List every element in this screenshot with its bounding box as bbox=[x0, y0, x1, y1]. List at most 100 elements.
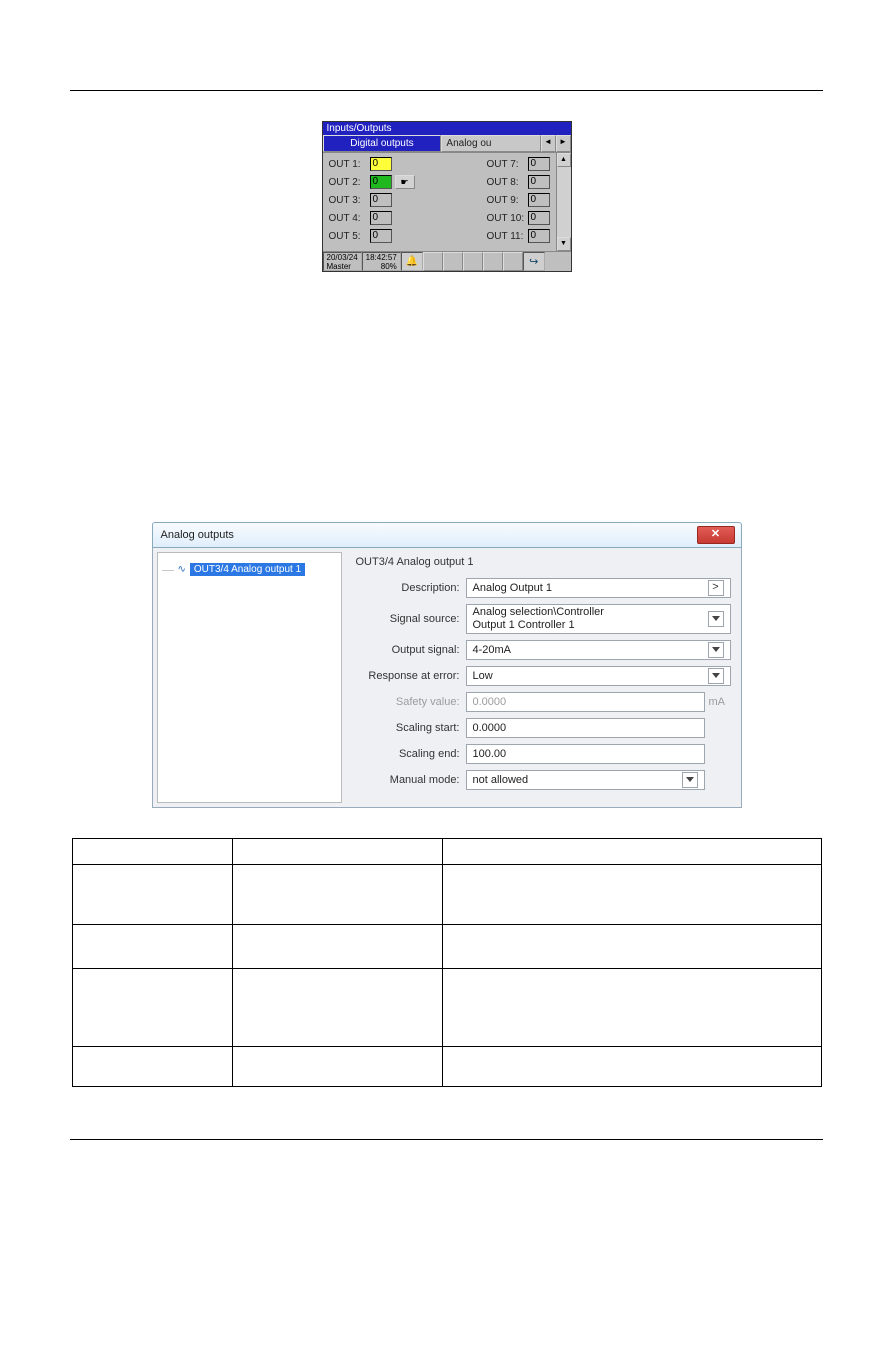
table-cell bbox=[442, 969, 821, 1047]
safety-value-field: 0.0000 bbox=[466, 692, 705, 712]
status-date-user: 20/03/24 Master bbox=[323, 252, 362, 271]
out1-field[interactable]: 0 bbox=[370, 157, 392, 171]
table-cell bbox=[232, 1047, 442, 1087]
manual-mode-field[interactable]: not allowed bbox=[466, 770, 705, 790]
out11-label: OUT 11: bbox=[487, 231, 525, 242]
manual-mode-label: Manual mode: bbox=[356, 774, 466, 786]
table-cell bbox=[232, 925, 442, 969]
tree-item-label: OUT3/4 Analog output 1 bbox=[190, 563, 305, 576]
out10-field[interactable]: 0 bbox=[528, 211, 550, 225]
safety-value-value: 0.0000 bbox=[473, 695, 507, 710]
tree-item-out34[interactable]: ······ ∿ OUT3/4 Analog output 1 bbox=[162, 563, 337, 576]
output-signal-dropdown-icon[interactable] bbox=[708, 642, 724, 658]
manual-mode-dropdown-icon[interactable] bbox=[682, 772, 698, 788]
signal-source-dropdown-icon[interactable] bbox=[708, 611, 724, 627]
scroll-down-icon[interactable]: ▼ bbox=[557, 237, 571, 251]
status-slot-5[interactable] bbox=[503, 252, 523, 271]
out4-label: OUT 4: bbox=[329, 213, 367, 224]
dialog-tree[interactable]: ······ ∿ OUT3/4 Analog output 1 bbox=[157, 552, 342, 803]
tab-digital-outputs[interactable]: Digital outputs bbox=[323, 135, 442, 152]
table-cell bbox=[442, 925, 821, 969]
top-rule bbox=[70, 90, 823, 91]
output-signal-field[interactable]: 4-20mA bbox=[466, 640, 731, 660]
out5-field[interactable]: 0 bbox=[370, 229, 392, 243]
response-at-error-label: Response at error: bbox=[356, 670, 466, 682]
out2-field[interactable]: 0 bbox=[370, 175, 392, 189]
doc-table bbox=[72, 838, 822, 1087]
scaling-start-label: Scaling start: bbox=[356, 722, 466, 734]
table-cell bbox=[72, 839, 232, 865]
out10-label: OUT 10: bbox=[487, 213, 525, 224]
tree-connector: ······ bbox=[162, 565, 174, 575]
signal-source-value: Analog selection\Controller Output 1 Con… bbox=[473, 606, 604, 632]
dialog-titlebar: Analog outputs ✕ bbox=[152, 522, 742, 548]
table-cell bbox=[232, 839, 442, 865]
out9-label: OUT 9: bbox=[487, 195, 525, 206]
scroll-up-icon[interactable]: ▲ bbox=[557, 153, 571, 167]
io-tabs: Digital outputs Analog ou ◄ ► bbox=[323, 135, 571, 153]
table-cell bbox=[72, 865, 232, 925]
status-slot-1[interactable] bbox=[423, 252, 443, 271]
status-slot-4[interactable] bbox=[483, 252, 503, 271]
table-cell bbox=[442, 839, 821, 865]
table-cell bbox=[232, 969, 442, 1047]
out8-label: OUT 8: bbox=[487, 177, 525, 188]
io-panel: Inputs/Outputs Digital outputs Analog ou… bbox=[322, 121, 572, 272]
signal-source-field[interactable]: Analog selection\Controller Output 1 Con… bbox=[466, 604, 731, 634]
tab-scroll-right[interactable]: ► bbox=[556, 135, 571, 152]
status-slot-3[interactable] bbox=[463, 252, 483, 271]
status-date: 20/03/24 bbox=[327, 253, 358, 262]
response-at-error-value: Low bbox=[473, 669, 493, 684]
out1-label: OUT 1: bbox=[329, 159, 367, 170]
response-at-error-dropdown-icon[interactable] bbox=[708, 668, 724, 684]
out4-field[interactable]: 0 bbox=[370, 211, 392, 225]
analog-outputs-dialog: Analog outputs ✕ ······ ∿ OUT3/4 Analog … bbox=[152, 522, 742, 808]
safety-value-label: Safety value: bbox=[356, 696, 466, 708]
form-title: OUT3/4 Analog output 1 bbox=[356, 556, 731, 568]
table-cell bbox=[72, 969, 232, 1047]
description-more-button[interactable]: > bbox=[708, 580, 724, 596]
tab-scroll-left[interactable]: ◄ bbox=[541, 135, 556, 152]
safety-value-unit: mA bbox=[705, 696, 731, 708]
table-cell bbox=[232, 865, 442, 925]
status-pct: 80% bbox=[366, 262, 397, 271]
table-cell bbox=[72, 1047, 232, 1087]
io-scrollbar[interactable]: ▲ ▼ bbox=[556, 153, 571, 251]
out3-field[interactable]: 0 bbox=[370, 193, 392, 207]
description-value: Analog Output 1 bbox=[473, 581, 553, 596]
scaling-end-label: Scaling end: bbox=[356, 748, 466, 760]
out2-hand-icon[interactable]: ☛ bbox=[395, 175, 415, 189]
response-at-error-field[interactable]: Low bbox=[466, 666, 731, 686]
status-time-pct: 18:42:57 80% bbox=[362, 252, 401, 271]
close-button[interactable]: ✕ bbox=[697, 526, 735, 544]
dialog-form: OUT3/4 Analog output 1 Description: Anal… bbox=[346, 548, 741, 807]
out5-label: OUT 5: bbox=[329, 231, 367, 242]
tab-analog-outputs[interactable]: Analog ou bbox=[441, 135, 540, 152]
out7-label: OUT 7: bbox=[487, 159, 525, 170]
scaling-end-field[interactable]: 100.00 bbox=[466, 744, 705, 764]
out2-label: OUT 2: bbox=[329, 177, 367, 188]
out3-label: OUT 3: bbox=[329, 195, 367, 206]
wave-icon: ∿ bbox=[177, 564, 185, 575]
dialog-title: Analog outputs bbox=[161, 529, 697, 541]
table-cell bbox=[442, 865, 821, 925]
scroll-track[interactable] bbox=[557, 167, 571, 237]
output-signal-value: 4-20mA bbox=[473, 643, 512, 658]
io-status-bar: 20/03/24 Master 18:42:57 80% 🔔 ↪ bbox=[323, 251, 571, 271]
scaling-start-field[interactable]: 0.0000 bbox=[466, 718, 705, 738]
description-field[interactable]: Analog Output 1 > bbox=[466, 578, 731, 598]
exit-icon[interactable]: ↪ bbox=[523, 252, 545, 271]
table-cell bbox=[72, 925, 232, 969]
io-panel-title: Inputs/Outputs bbox=[323, 122, 571, 135]
scaling-start-value: 0.0000 bbox=[473, 721, 507, 736]
signal-source-label: Signal source: bbox=[356, 613, 466, 625]
table-cell bbox=[442, 1047, 821, 1087]
bell-icon[interactable]: 🔔 bbox=[401, 252, 423, 271]
manual-mode-value: not allowed bbox=[473, 773, 529, 788]
out9-field[interactable]: 0 bbox=[528, 193, 550, 207]
description-label: Description: bbox=[356, 582, 466, 594]
status-slot-2[interactable] bbox=[443, 252, 463, 271]
out7-field[interactable]: 0 bbox=[528, 157, 550, 171]
out11-field[interactable]: 0 bbox=[528, 229, 550, 243]
out8-field[interactable]: 0 bbox=[528, 175, 550, 189]
